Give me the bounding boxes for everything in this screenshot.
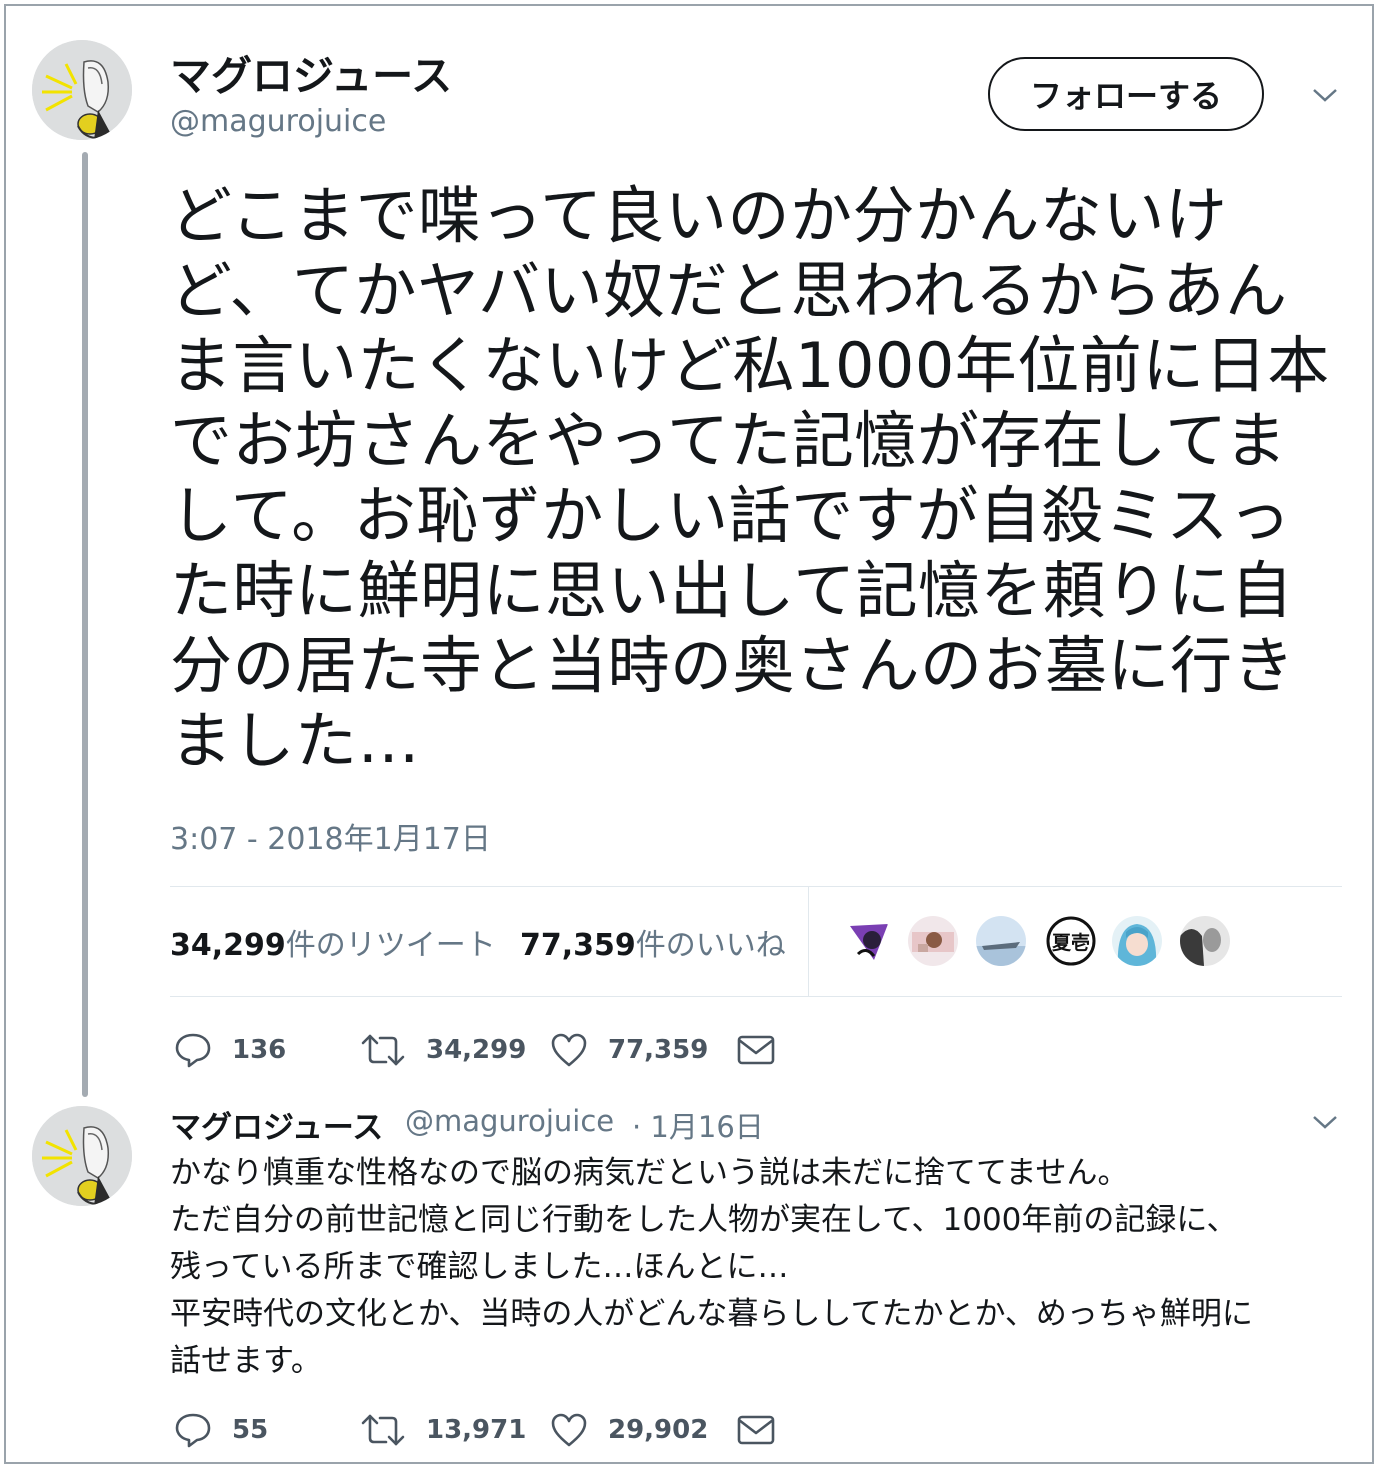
like-stat-count: 77,359 [520, 928, 636, 963]
reply-author-avatar[interactable] [32, 1106, 132, 1206]
retweet-count: 13,971 [426, 1415, 527, 1445]
direct-message-action[interactable] [736, 1034, 776, 1066]
retweet-icon [361, 1034, 405, 1066]
thread-connector-line [82, 152, 88, 1097]
like-count: 29,902 [608, 1415, 709, 1445]
tweet-text: どこまで喋って良いのか分かんないけ ど、てかヤバい奴だと思われるからあん ま言い… [170, 179, 1330, 777]
author-display-name[interactable]: マグロジュース [170, 42, 452, 102]
chevron-down-icon[interactable] [1310, 1112, 1340, 1132]
liker-avatar[interactable]: 夏壱 [1044, 914, 1098, 968]
retweet-stat-count: 34,299 [170, 928, 286, 963]
reply-count: 55 [232, 1415, 269, 1445]
like-stat-label: 件のいいね [635, 928, 786, 963]
reply-action[interactable]: 55 [174, 1412, 268, 1448]
liker-avatar[interactable] [974, 914, 1028, 968]
reply-author-display-name[interactable]: マグロジュース [170, 1102, 383, 1147]
heart-icon [551, 1033, 587, 1067]
retweet-icon [361, 1414, 405, 1446]
like-action[interactable]: 29,902 [550, 1412, 708, 1448]
reply-count: 136 [232, 1035, 287, 1065]
retweet-action[interactable]: 34,299 [360, 1032, 526, 1068]
liker-avatar[interactable] [1178, 914, 1232, 968]
tweet-timestamp[interactable]: 3:07 - 2018年1月17日 [170, 814, 491, 858]
reply-date[interactable]: · 1月16日 [632, 1104, 764, 1146]
reply-icon [175, 1033, 211, 1068]
reply-tweet-text: かなり慎重な性格なので脳の病気だという説は未だに捨ててません。 ただ自分の前世記… [170, 1155, 1253, 1379]
retweet-stat-label: 件のリツイート [285, 928, 496, 963]
envelope-icon [737, 1415, 775, 1445]
retweet-count: 34,299 [426, 1035, 527, 1065]
envelope-icon [737, 1035, 775, 1065]
retweet-action[interactable]: 13,971 [360, 1412, 526, 1448]
like-action[interactable]: 77,359 [550, 1032, 708, 1068]
reply-author-handle[interactable]: @magurojuice [405, 1104, 614, 1138]
reply-action[interactable]: 136 [174, 1032, 286, 1068]
follow-button[interactable]: フォローする [988, 57, 1264, 131]
heart-icon [551, 1413, 587, 1447]
direct-message-action[interactable] [736, 1414, 776, 1446]
liker-avatar[interactable] [842, 914, 896, 968]
author-avatar[interactable] [32, 40, 132, 140]
divider [170, 996, 1342, 997]
retweet-stat[interactable]: 34,299件のリツイート [170, 920, 496, 964]
divider [170, 886, 1342, 887]
author-handle[interactable]: @magurojuice [170, 104, 386, 139]
divider [808, 886, 809, 996]
liker-avatar[interactable] [906, 914, 960, 968]
liker-avatar[interactable] [1110, 914, 1164, 968]
like-count: 77,359 [608, 1035, 709, 1065]
reply-icon [175, 1413, 211, 1448]
liker-avatar-text: 夏壱 [1052, 931, 1090, 954]
like-stat[interactable]: 77,359件のいいね [520, 920, 786, 964]
chevron-down-icon[interactable] [1310, 85, 1340, 105]
